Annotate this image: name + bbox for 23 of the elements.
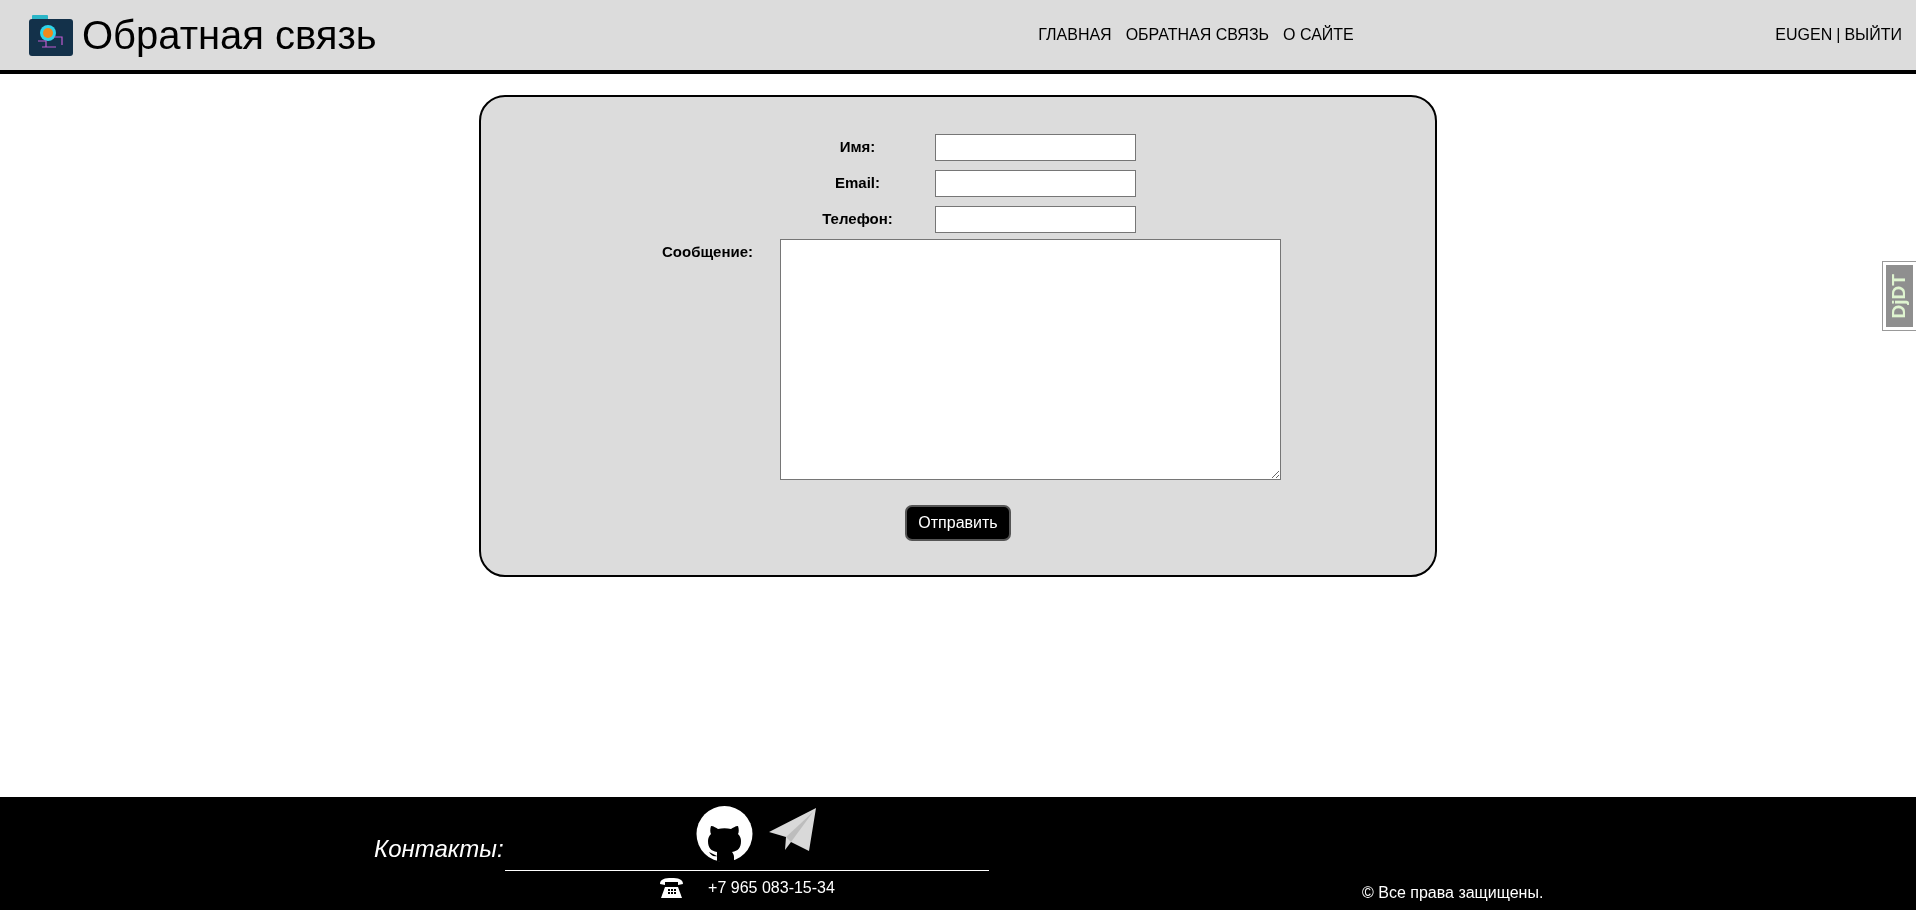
field-label: Имя: — [838, 137, 877, 157]
field-label: Телефон: — [821, 209, 894, 229]
paper-plane-icon[interactable] — [768, 806, 817, 854]
nav-link[interactable]: О САЙТЕ — [1283, 23, 1354, 47]
nav-link[interactable]: ГЛАВНАЯ — [1038, 23, 1112, 47]
contacts-label: Контакты: — [374, 834, 505, 864]
phone-number: +7 965 083-15-34 — [708, 878, 835, 898]
separator-text: | — [1836, 25, 1841, 45]
logout-link[interactable]: ВЫЙТИ — [1844, 23, 1902, 47]
field-label: Email: — [834, 173, 881, 193]
field-label: Сообщение: — [660, 242, 754, 262]
input-field[interactable] — [935, 170, 1136, 197]
nav-link[interactable]: ОБРАТНАЯ СВЯЗЬ — [1125, 23, 1270, 47]
logo-icon — [28, 13, 74, 57]
username: EUGEN — [1775, 25, 1833, 45]
input-field[interactable] — [935, 134, 1136, 161]
github-icon[interactable] — [695, 806, 753, 862]
input-field[interactable] — [935, 206, 1136, 233]
copyright-text: © Все права защищены. — [1362, 883, 1544, 903]
phone-icon — [659, 877, 685, 899]
submit-button[interactable]: Отправить — [905, 505, 1011, 541]
message-field[interactable] — [780, 239, 1281, 480]
page-title: Обратная связь — [82, 15, 377, 55]
